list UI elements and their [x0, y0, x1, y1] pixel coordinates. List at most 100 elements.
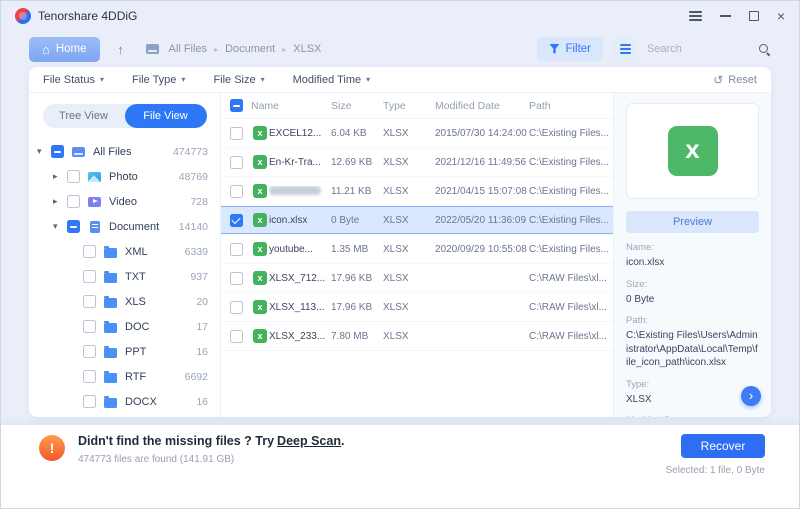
file-view-tab[interactable]: File View	[125, 104, 207, 128]
tree-item-ppt[interactable]: PPT16	[29, 339, 220, 364]
caret-right-icon[interactable]: ▸	[53, 171, 67, 182]
tree-item-count: 48769	[179, 171, 208, 183]
search-input[interactable]	[647, 43, 752, 55]
column-header-name[interactable]: Name	[251, 100, 331, 112]
excel-file-icon: x	[253, 155, 267, 169]
checkbox[interactable]	[83, 270, 96, 283]
footer-messages: Didn't find the missing files ? TryDeep …	[78, 432, 344, 465]
redacted-name	[269, 186, 321, 195]
file-size: 12.69 KB	[331, 157, 383, 168]
column-header-path[interactable]: Path	[529, 100, 611, 112]
checkbox[interactable]	[67, 220, 80, 233]
file-name	[269, 186, 331, 197]
tree-view-tab[interactable]: Tree View	[43, 104, 125, 128]
checkbox[interactable]	[83, 370, 96, 383]
recover-button[interactable]: Recover	[681, 434, 765, 458]
tree-item-photo[interactable]: ▸Photo48769	[29, 164, 220, 189]
file-path: C:\RAW Files\xl...	[529, 331, 611, 342]
up-arrow-button[interactable]: ↑	[110, 38, 132, 60]
file-row[interactable]: xyoutube...1.35 MBXLSX2020/09/29 10:55:0…	[221, 235, 613, 264]
file-row[interactable]: xEn-Kr-Tra...12.69 KBXLSX2021/12/16 11:4…	[221, 148, 613, 177]
preview-field-label: Name:	[626, 242, 759, 253]
checkbox[interactable]	[83, 245, 96, 258]
caret-down-icon[interactable]: ▾	[53, 221, 67, 232]
preview-button[interactable]: Preview	[626, 211, 759, 233]
filter-dropdown-file-type[interactable]: File Type ▾	[132, 74, 185, 86]
chevron-down-icon: ▾	[181, 75, 185, 84]
preview-field-label: Modified Date	[626, 415, 759, 417]
file-row[interactable]: xXLSX_233...7.80 MBXLSXC:\RAW Files\xl..…	[221, 322, 613, 351]
maximize-button[interactable]	[749, 11, 759, 21]
filter-dropdown-label: Modified Time	[293, 74, 361, 86]
folder-icon	[103, 271, 118, 283]
breadcrumb-item-xlsx[interactable]: XLSX	[293, 43, 321, 55]
checkbox[interactable]	[83, 345, 96, 358]
checkbox[interactable]	[83, 395, 96, 408]
filter-funnel-icon	[549, 44, 559, 54]
home-button[interactable]: ⌂ Home	[29, 37, 100, 62]
checkbox[interactable]	[83, 295, 96, 308]
breadcrumb-item-all-files[interactable]: All Files	[169, 43, 208, 55]
expand-panel-button[interactable]: ›	[741, 386, 761, 406]
column-header-type[interactable]: Type	[383, 100, 435, 112]
checkbox[interactable]	[67, 195, 80, 208]
caret-down-icon[interactable]: ▾	[37, 146, 51, 157]
tree-item-xls[interactable]: XLS20	[29, 289, 220, 314]
checkbox[interactable]	[51, 145, 64, 158]
folder-icon	[103, 396, 118, 408]
tree-item-docx[interactable]: DOCX16	[29, 389, 220, 414]
column-header-size[interactable]: Size	[331, 100, 383, 112]
drive-icon	[146, 44, 159, 54]
tree-item-xml[interactable]: XML6339	[29, 239, 220, 264]
select-all-checkbox[interactable]	[230, 99, 243, 112]
file-path: C:\Existing Files...	[529, 128, 611, 139]
filter-button[interactable]: Filter	[537, 37, 603, 61]
file-row[interactable]: xEXCEL12...6.04 KBXLSX2015/07/30 14:24:0…	[221, 119, 613, 148]
file-modified-date: 2021/12/16 11:49:56	[435, 157, 529, 168]
row-checkbox[interactable]	[230, 127, 243, 140]
search-icon[interactable]	[758, 43, 771, 56]
close-button[interactable]: ×	[777, 9, 785, 23]
tree-item-doc[interactable]: DOC17	[29, 314, 220, 339]
deep-scan-link[interactable]: Deep Scan	[277, 434, 341, 448]
checkbox[interactable]	[83, 320, 96, 333]
tree-item-video[interactable]: ▸Video728	[29, 189, 220, 214]
row-checkbox[interactable]	[230, 156, 243, 169]
tree-item-txt[interactable]: TXT937	[29, 264, 220, 289]
file-path: C:\RAW Files\xl...	[529, 273, 611, 284]
file-modified-date: 2021/04/15 15:07:08	[435, 186, 529, 197]
file-path: C:\Existing Files...	[529, 186, 611, 197]
minimize-button[interactable]	[720, 15, 731, 17]
checkbox[interactable]	[67, 170, 80, 183]
row-checkbox[interactable]	[230, 272, 243, 285]
filter-dropdown-file-size[interactable]: File Size▾	[213, 74, 264, 86]
home-icon: ⌂	[42, 43, 50, 56]
tree-item-document[interactable]: ▾Document14140	[29, 214, 220, 239]
tree-item-count: 937	[190, 271, 208, 283]
list-view-button[interactable]	[613, 37, 637, 61]
filter-dropdown-label: File Type	[132, 74, 176, 86]
row-checkbox[interactable]	[230, 243, 243, 256]
reset-button[interactable]: ↺ Reset	[713, 74, 757, 86]
chevron-down-icon: ▾	[100, 75, 104, 84]
preview-field-label: Type:	[626, 379, 759, 390]
file-row[interactable]: xicon.xlsx0 ByteXLSX2022/05/20 11:36:09C…	[221, 206, 613, 235]
caret-right-icon[interactable]: ▸	[53, 196, 67, 207]
menu-icon[interactable]	[689, 11, 702, 21]
row-checkbox[interactable]	[230, 214, 243, 227]
column-header-modified-date[interactable]: Modified Date	[435, 100, 529, 112]
file-row[interactable]: x11.21 KBXLSX2021/04/15 15:07:08C:\Exist…	[221, 177, 613, 206]
file-size: 1.35 MB	[331, 244, 383, 255]
filter-dropdown-file-status[interactable]: File Status ▾	[43, 74, 104, 86]
row-checkbox[interactable]	[230, 330, 243, 343]
tree-item-all-files[interactable]: ▾All Files474773	[29, 139, 220, 164]
excel-file-icon: x	[253, 329, 267, 343]
breadcrumb-item-document[interactable]: Document	[225, 43, 275, 55]
file-row[interactable]: xXLSX_113...17.96 KBXLSXC:\RAW Files\xl.…	[221, 293, 613, 322]
file-row[interactable]: xXLSX_712...17.96 KBXLSXC:\RAW Files\xl.…	[221, 264, 613, 293]
row-checkbox[interactable]	[230, 185, 243, 198]
filter-dropdown-modified-time[interactable]: Modified Time▾	[293, 74, 371, 86]
filter-dropdown-label: File Status	[43, 74, 95, 86]
row-checkbox[interactable]	[230, 301, 243, 314]
tree-item-rtf[interactable]: RTF6692	[29, 364, 220, 389]
